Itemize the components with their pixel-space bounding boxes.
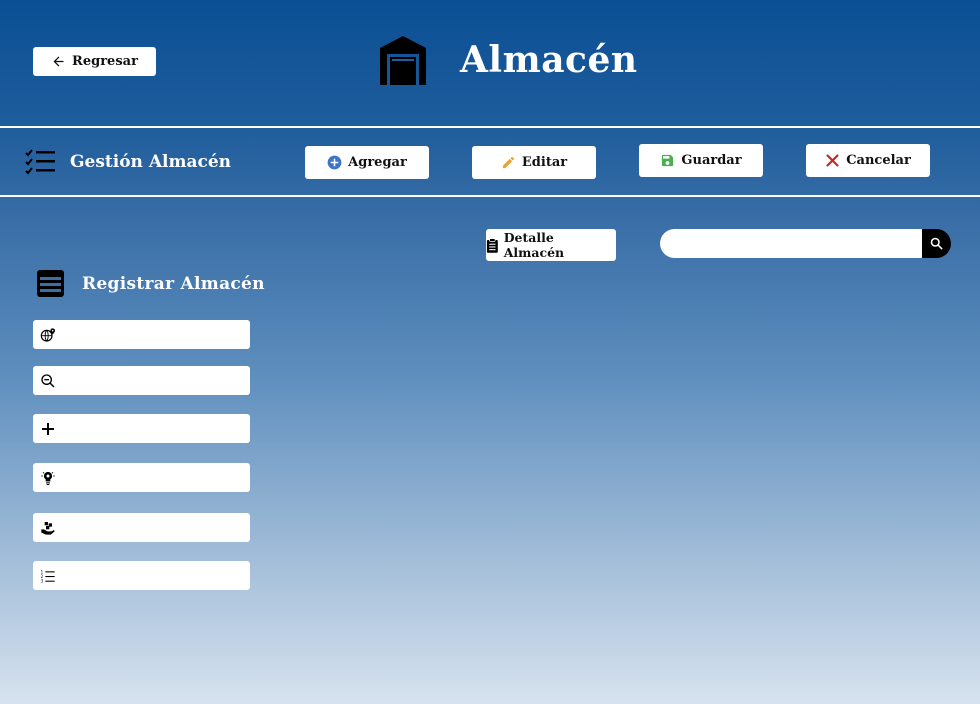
lightbulb-icon — [33, 470, 59, 486]
add-field-input[interactable] — [59, 414, 250, 443]
numbered-list-icon: 123 — [33, 568, 59, 584]
cancel-button[interactable]: Cancelar — [806, 144, 930, 177]
floppy-disk-icon — [662, 154, 674, 167]
clipboard-icon — [486, 237, 498, 253]
hand-boxes-icon — [33, 520, 59, 536]
search-input[interactable] — [660, 229, 924, 258]
back-button-label: Regresar — [72, 54, 138, 69]
checklist-icon — [25, 149, 55, 175]
zoom-out-icon — [33, 373, 59, 389]
list-field-input[interactable] — [59, 561, 250, 590]
handling-field-input[interactable] — [59, 513, 250, 542]
detail-button-label: Detalle Almacén — [503, 230, 565, 260]
section-title: Gestión Almacén — [24, 148, 231, 176]
form-field-zoom[interactable] — [33, 366, 250, 395]
zoom-field-input[interactable] — [59, 366, 250, 395]
close-icon — [826, 154, 839, 167]
search-bar — [660, 229, 951, 258]
form-title: Registrar Almacén — [36, 269, 265, 298]
form-field-location[interactable] — [33, 320, 250, 349]
form-title-label: Registrar Almacén — [82, 273, 265, 294]
form-field-handling[interactable] — [33, 513, 250, 542]
toolbar: Gestión Almacén Agregar Editar Guardar C… — [0, 126, 980, 197]
form-field-idea[interactable] — [33, 463, 250, 492]
idea-field-input[interactable] — [59, 463, 250, 492]
edit-button-label: Editar — [521, 155, 568, 170]
pencil-icon — [502, 156, 515, 169]
globe-pin-icon — [33, 327, 59, 343]
save-button-label: Guardar — [681, 153, 742, 168]
section-title-label: Gestión Almacén — [70, 152, 232, 172]
title-block: Almacén — [378, 34, 638, 86]
form-field-list[interactable]: 123 — [33, 561, 250, 590]
plus-icon — [33, 421, 59, 437]
search-button[interactable] — [922, 229, 951, 258]
edit-button[interactable]: Editar — [472, 146, 596, 179]
page-title: Almacén — [460, 39, 638, 81]
warehouse-icon — [380, 36, 426, 85]
add-circle-icon — [327, 155, 342, 170]
detail-button[interactable]: Detalle Almacén — [486, 229, 616, 261]
table-list-icon — [37, 270, 64, 297]
save-button[interactable]: Guardar — [639, 144, 763, 177]
location-field-input[interactable] — [59, 320, 250, 349]
add-button[interactable]: Agregar — [305, 146, 429, 179]
back-button[interactable]: Regresar — [33, 47, 156, 76]
top-header: Regresar Almacén — [0, 0, 980, 126]
svg-text:3: 3 — [41, 578, 44, 583]
arrow-left-icon — [53, 56, 64, 67]
search-icon — [930, 237, 943, 250]
cancel-button-label: Cancelar — [846, 153, 911, 168]
form-field-add[interactable] — [33, 414, 250, 443]
add-button-label: Agregar — [348, 155, 407, 170]
